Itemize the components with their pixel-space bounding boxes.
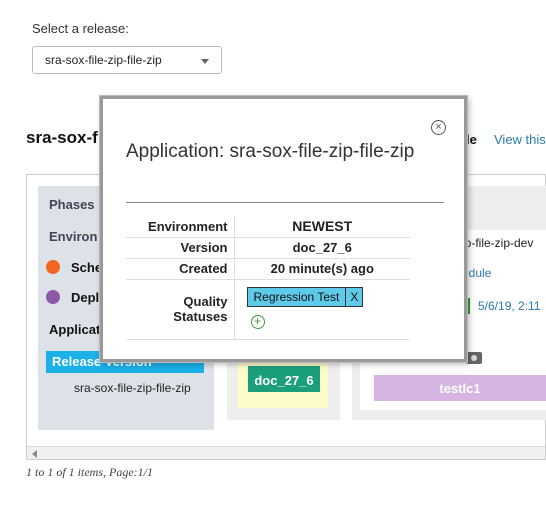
modal-title: Application: sra-sox-file-zip-file-zip bbox=[126, 141, 415, 162]
release-name: sra-sox-file-zip-file-zip bbox=[74, 381, 191, 395]
quality-statuses-cell: Regression Test X + bbox=[234, 279, 410, 340]
version-label: Version bbox=[126, 237, 235, 259]
release-heading: sra-sox-f bbox=[26, 128, 98, 147]
version-value: doc_27_6 bbox=[234, 237, 410, 259]
deploy-dot-icon bbox=[46, 290, 60, 304]
applications-label: Applicat bbox=[49, 322, 101, 337]
chevron-down-icon[interactable] bbox=[201, 59, 209, 64]
remove-tag-button[interactable]: X bbox=[345, 287, 362, 306]
horizontal-scrollbar[interactable] bbox=[27, 446, 545, 459]
release-select[interactable]: sra-sox-file-zip-file-zip bbox=[32, 46, 222, 74]
version-chip[interactable]: doc_27_6 bbox=[246, 364, 322, 394]
schedule-dot-icon bbox=[46, 260, 60, 274]
created-value: 20 minute(s) ago bbox=[234, 258, 410, 280]
table-row: Version doc_27_6 bbox=[126, 237, 410, 259]
deploy-label: Depl bbox=[71, 290, 100, 305]
table-row: Environment NEWEST bbox=[126, 216, 410, 238]
quality-status-tag-label: Regression Test bbox=[253, 289, 340, 304]
table-row: Quality Statuses Regression Test X + bbox=[126, 279, 410, 340]
add-quality-status-icon[interactable]: + bbox=[250, 314, 265, 329]
modal-divider bbox=[126, 202, 444, 203]
application-modal: × Application: sra-sox-file-zip-file-zip… bbox=[100, 96, 467, 362]
deploy-date-link[interactable]: 5/6/19, 2:11 bbox=[478, 299, 541, 313]
quality-statuses-label: Quality Statuses bbox=[126, 279, 235, 340]
application-info-table: Environment NEWEST Version doc_27_6 Crea… bbox=[126, 216, 410, 340]
release-select-value: sra-sox-file-zip-file-zip bbox=[45, 53, 162, 67]
quality-status-tag[interactable]: Regression Test X bbox=[246, 286, 364, 307]
schedule-label: Sche bbox=[71, 260, 103, 275]
camera-icon[interactable] bbox=[466, 352, 482, 364]
environments-label: Environ bbox=[49, 229, 98, 244]
scroll-left-icon[interactable] bbox=[32, 450, 37, 458]
close-icon[interactable]: × bbox=[431, 120, 446, 135]
lifecycle-bar[interactable]: testlc1 bbox=[374, 375, 546, 401]
created-label: Created bbox=[126, 258, 235, 280]
environment-label: Environment bbox=[126, 216, 235, 238]
view-link[interactable]: View this bbox=[494, 132, 546, 147]
phases-label: Phases bbox=[49, 197, 95, 212]
table-row: Created 20 minute(s) ago bbox=[126, 258, 410, 280]
pager-text: 1 to 1 of 1 items, Page:1/1 bbox=[26, 465, 153, 479]
heading-tail-text: le bbox=[466, 132, 477, 147]
select-release-label: Select a release: bbox=[32, 21, 129, 36]
environment-name: ip-file-zip-dev bbox=[462, 236, 534, 250]
environment-value: NEWEST bbox=[234, 216, 410, 238]
